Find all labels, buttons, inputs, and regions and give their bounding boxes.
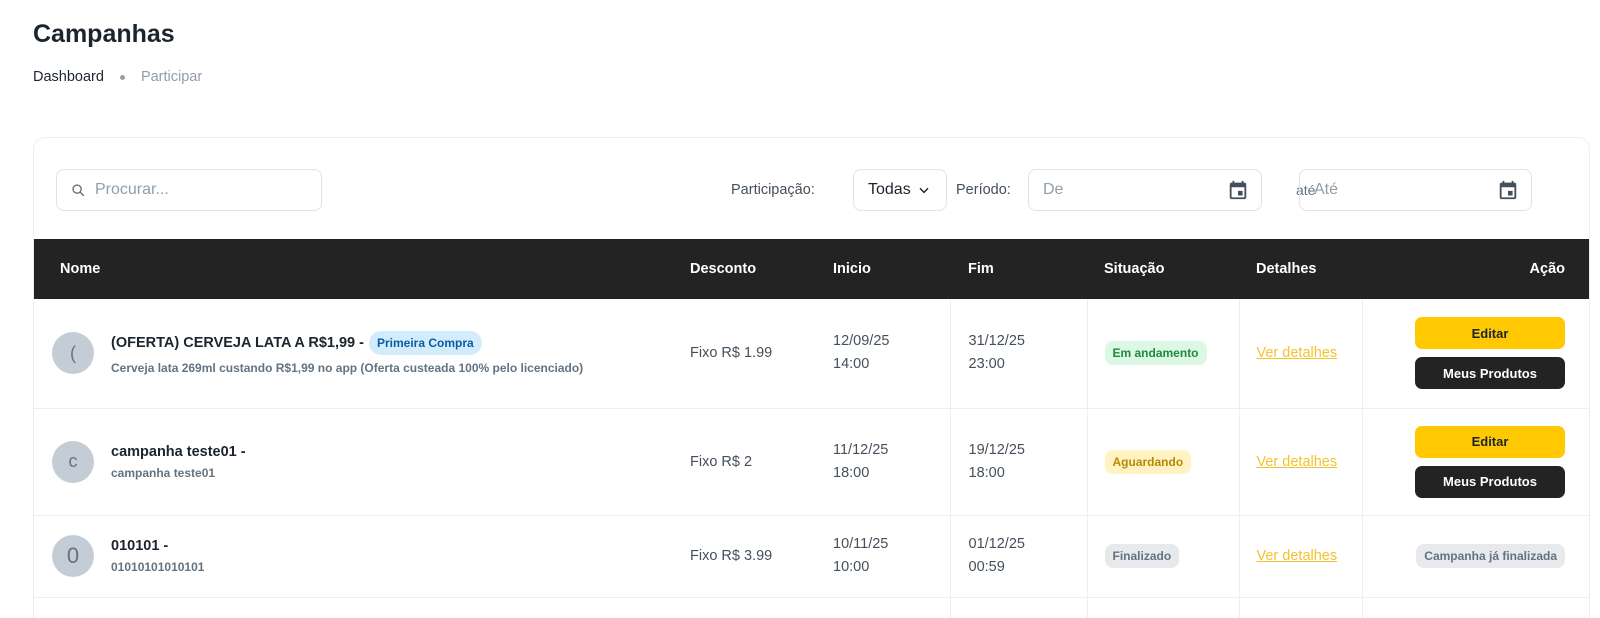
col-acao[interactable]: Ação bbox=[1362, 239, 1589, 299]
details-link[interactable]: Ver detalhes bbox=[1257, 548, 1338, 564]
search-box[interactable] bbox=[56, 169, 322, 211]
start-time: 18:00 bbox=[833, 464, 870, 481]
date-to-placeholder: Até bbox=[1314, 181, 1339, 198]
start-date: 10/11/25 bbox=[833, 536, 889, 552]
table-header: Nome Desconto Inicio Fim Situação Detalh… bbox=[34, 239, 1589, 299]
col-fim[interactable]: Fim bbox=[950, 239, 1087, 299]
end-cell: 31/12/25 23:00 bbox=[950, 299, 1088, 409]
table-row-partial bbox=[34, 597, 1589, 618]
date-from-placeholder: De bbox=[1043, 181, 1064, 198]
end-time: 00:59 bbox=[968, 559, 1005, 575]
campaign-name: campanha teste01 - bbox=[111, 443, 246, 460]
date-from-field[interactable]: De bbox=[1028, 169, 1262, 211]
breadcrumb: Dashboard Participar bbox=[33, 69, 202, 85]
end-time: 18:00 bbox=[968, 464, 1005, 481]
col-inicio[interactable]: Inicio bbox=[815, 239, 950, 299]
start-date: 12/09/25 bbox=[833, 333, 890, 350]
discount-cell: Fixo R$ 3.99 bbox=[672, 515, 815, 598]
edit-button[interactable]: Editar bbox=[1415, 425, 1565, 458]
discount-cell: Fixo R$ 2 bbox=[672, 408, 815, 516]
end-cell: 01/12/25 00:59 bbox=[950, 515, 1088, 598]
start-time: 14:00 bbox=[833, 356, 870, 373]
end-date: 31/12/25 bbox=[968, 333, 1025, 350]
status-badge: Aguardando bbox=[1104, 449, 1192, 474]
participacao-label: Participação: bbox=[731, 182, 815, 198]
start-cell: 11/12/25 18:00 bbox=[815, 408, 951, 516]
campaigns-table: Nome Desconto Inicio Fim Situação Detalh… bbox=[34, 239, 1589, 618]
start-cell: 10/11/25 10:00 bbox=[815, 515, 951, 598]
status-badge: Em andamento bbox=[1104, 341, 1207, 366]
date-to-field[interactable]: Até bbox=[1299, 169, 1532, 211]
col-nome[interactable]: Nome bbox=[34, 239, 672, 299]
table-row: ( (OFERTA) CERVEJA LATA A R$1,99 - Prime… bbox=[34, 299, 1589, 409]
campaign-finished-label: Campanha já finalizada bbox=[1416, 544, 1565, 568]
participacao-value: Todas bbox=[868, 181, 911, 198]
participacao-select[interactable]: Todas bbox=[853, 169, 947, 211]
avatar: c bbox=[52, 440, 94, 483]
start-time: 10:00 bbox=[833, 559, 870, 575]
col-detalhes[interactable]: Detalhes bbox=[1239, 239, 1362, 299]
my-products-button[interactable]: Meus Produtos bbox=[1415, 357, 1565, 390]
avatar: ( bbox=[52, 332, 94, 375]
end-cell: 19/12/25 18:00 bbox=[950, 408, 1088, 516]
table-row: c campanha teste01 - campanha teste01 Fi… bbox=[34, 408, 1589, 516]
calendar-icon[interactable] bbox=[1497, 179, 1519, 201]
campaign-name: 010101 - bbox=[111, 538, 169, 554]
my-products-button[interactable]: Meus Produtos bbox=[1415, 465, 1565, 498]
edit-button[interactable]: Editar bbox=[1415, 317, 1565, 350]
tag-badge: Primeira Compra bbox=[368, 331, 482, 356]
table-row: 0 010101 - 01010101010101 Fixo R$ 3.99 1… bbox=[34, 515, 1589, 598]
search-icon bbox=[72, 184, 85, 197]
breadcrumb-current: Participar bbox=[140, 69, 203, 85]
breadcrumb-separator bbox=[119, 74, 125, 80]
page-title: Campanhas bbox=[33, 20, 175, 48]
status-badge: Finalizado bbox=[1104, 544, 1180, 568]
details-link[interactable]: Ver detalhes bbox=[1257, 454, 1338, 470]
periodo-label: Período: bbox=[956, 182, 1011, 198]
start-date: 11/12/25 bbox=[833, 441, 889, 458]
col-situacao[interactable]: Situação bbox=[1087, 239, 1239, 299]
start-cell: 12/09/25 14:00 bbox=[815, 299, 951, 409]
campaign-description: campanha teste01 bbox=[111, 465, 216, 480]
avatar: 0 bbox=[52, 535, 94, 577]
col-desconto[interactable]: Desconto bbox=[672, 239, 815, 299]
discount-cell: Fixo R$ 1.99 bbox=[672, 299, 815, 409]
calendar-icon[interactable] bbox=[1227, 179, 1249, 201]
end-time: 23:00 bbox=[968, 356, 1005, 373]
details-link[interactable]: Ver detalhes bbox=[1257, 345, 1338, 361]
campaign-description: 01010101010101 bbox=[111, 560, 205, 574]
campaigns-card: Participação: Todas Período: De até Até … bbox=[33, 137, 1590, 618]
end-date: 01/12/25 bbox=[968, 536, 1025, 552]
campaign-name: (OFERTA) CERVEJA LATA A R$1,99 - bbox=[111, 335, 364, 352]
breadcrumb-dashboard[interactable]: Dashboard bbox=[33, 69, 104, 85]
chevron-down-icon bbox=[919, 187, 929, 194]
end-date: 19/12/25 bbox=[968, 441, 1025, 458]
campaign-description: Cerveja lata 269ml custando R$1,99 no ap… bbox=[111, 361, 584, 376]
search-input[interactable] bbox=[95, 181, 295, 199]
